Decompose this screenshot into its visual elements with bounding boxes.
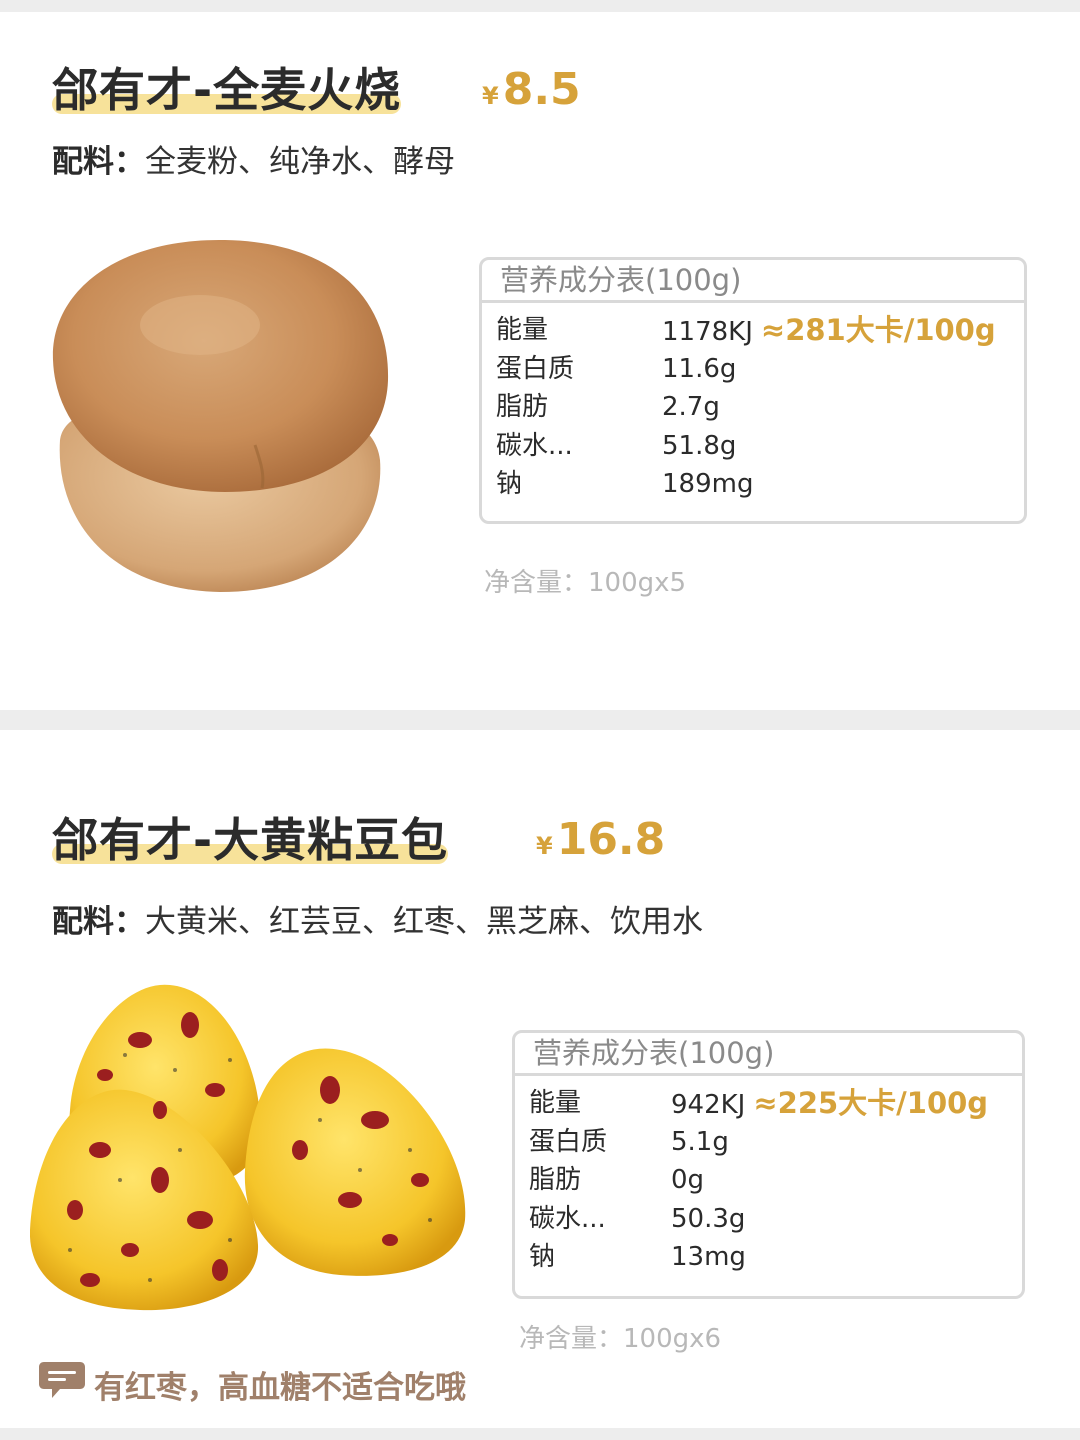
nutrient-value: 5.1g — [671, 1126, 729, 1157]
nutrition-table: 营养成分表(100g) 能量 1178KJ ≈281大卡/100g 蛋白质 11.6g… — [479, 257, 1027, 524]
nutrient-name: 钠 — [529, 1242, 556, 1272]
kcal-value: ≈281大卡/100g — [760, 313, 996, 347]
nutrition-header: 营养成分表(100g) — [515, 1033, 1022, 1076]
nutrient-value: 51.8g — [662, 430, 737, 461]
niandoubao-image — [30, 984, 466, 1311]
price-value: 16.8 — [556, 814, 666, 865]
kcal-value: ≈225大卡/100g — [753, 1086, 989, 1120]
nutrient-name: 碳水... — [529, 1203, 606, 1234]
net-weight: 净含量：100gx6 — [519, 1324, 722, 1354]
nutrient-value: 189mg — [662, 469, 754, 499]
chat-bubble-icon — [39, 1362, 85, 1398]
product-price: ¥16.8 — [536, 814, 665, 865]
nutrient-name: 能量 — [529, 1088, 582, 1118]
nutrient-value: 11.6g — [662, 353, 737, 384]
nutrition-row-carbs: 碳水... 51.8g — [482, 427, 1024, 466]
nutrient-value: 13mg — [671, 1242, 746, 1272]
nutrient-name: 蛋白质 — [496, 353, 575, 384]
nutrition-header: 营养成分表(100g) — [482, 260, 1024, 303]
product-title-wrap: 郃有才-全麦火烧 — [52, 62, 402, 118]
nutrient-value: 1178KJ — [662, 317, 753, 347]
product-price: ¥8.5 — [482, 64, 581, 115]
nutrient-name: 脂肪 — [496, 392, 549, 422]
nutrition-row-sodium: 钠 13mg — [515, 1238, 1022, 1277]
nutrition-table: 营养成分表(100g) 能量 942KJ ≈225大卡/100g 蛋白质 5.1g 脂… — [512, 1030, 1025, 1299]
ingredients-text: 全麦粉、纯净水、酵母 — [145, 144, 455, 180]
nutrition-row-energy: 能量 942KJ ≈225大卡/100g — [515, 1084, 1022, 1123]
huoshao-image — [52, 239, 389, 592]
ingredients-text: 大黄米、红芸豆、红枣、黑芝麻、饮用水 — [145, 904, 703, 940]
nutrition-row-fat: 脂肪 2.7g — [482, 388, 1024, 427]
ingredients-line: 配料：全麦粉、纯净水、酵母 — [52, 136, 455, 181]
ingredients-label: 配料： — [52, 144, 145, 180]
nutrient-name: 能量 — [496, 315, 549, 345]
product-title-wrap: 郃有才-大黄粘豆包 — [52, 812, 449, 868]
nutrient-value: 942KJ — [671, 1090, 746, 1120]
nutrient-value: 0g — [671, 1165, 705, 1195]
net-weight: 净含量：100gx5 — [484, 568, 687, 598]
nutrition-row-sodium: 钠 189mg — [482, 465, 1024, 504]
price-value: 8.5 — [502, 64, 581, 115]
nutrition-row-protein: 蛋白质 11.6g — [482, 350, 1024, 389]
currency-symbol: ¥ — [536, 832, 553, 860]
product-card-huoshao: 郃有才-全麦火烧 ¥8.5 配料：全麦粉、纯净水、酵母 营养成分表(100g) — [0, 12, 1080, 710]
nutrient-name: 钠 — [496, 469, 523, 499]
nutrition-row-carbs: 碳水... 50.3g — [515, 1200, 1022, 1239]
nutrient-value: 50.3g — [671, 1203, 746, 1234]
nutrition-row-protein: 蛋白质 5.1g — [515, 1123, 1022, 1162]
nutrient-name: 蛋白质 — [529, 1126, 608, 1157]
product-title: 郃有才-大黄粘豆包 — [52, 813, 449, 867]
product-card-niandoubao: 郃有才-大黄粘豆包 ¥16.8 配料：大黄米、红芸豆、红枣、黑芝麻、饮用水 营养… — [0, 730, 1080, 1428]
nutrient-name: 碳水... — [496, 430, 573, 461]
ingredients-line: 配料：大黄米、红芸豆、红枣、黑芝麻、饮用水 — [52, 896, 703, 941]
nutrient-name: 脂肪 — [529, 1165, 582, 1195]
product-title: 郃有才-全麦火烧 — [52, 63, 402, 117]
currency-symbol: ¥ — [482, 82, 499, 110]
nutrition-row-fat: 脂肪 0g — [515, 1161, 1022, 1200]
note-text: 有红枣，高血糖不适合吃哦 — [94, 1370, 466, 1406]
ingredients-label: 配料： — [52, 904, 145, 940]
nutrition-row-energy: 能量 1178KJ ≈281大卡/100g — [482, 311, 1024, 350]
nutrient-value: 2.7g — [662, 392, 720, 422]
